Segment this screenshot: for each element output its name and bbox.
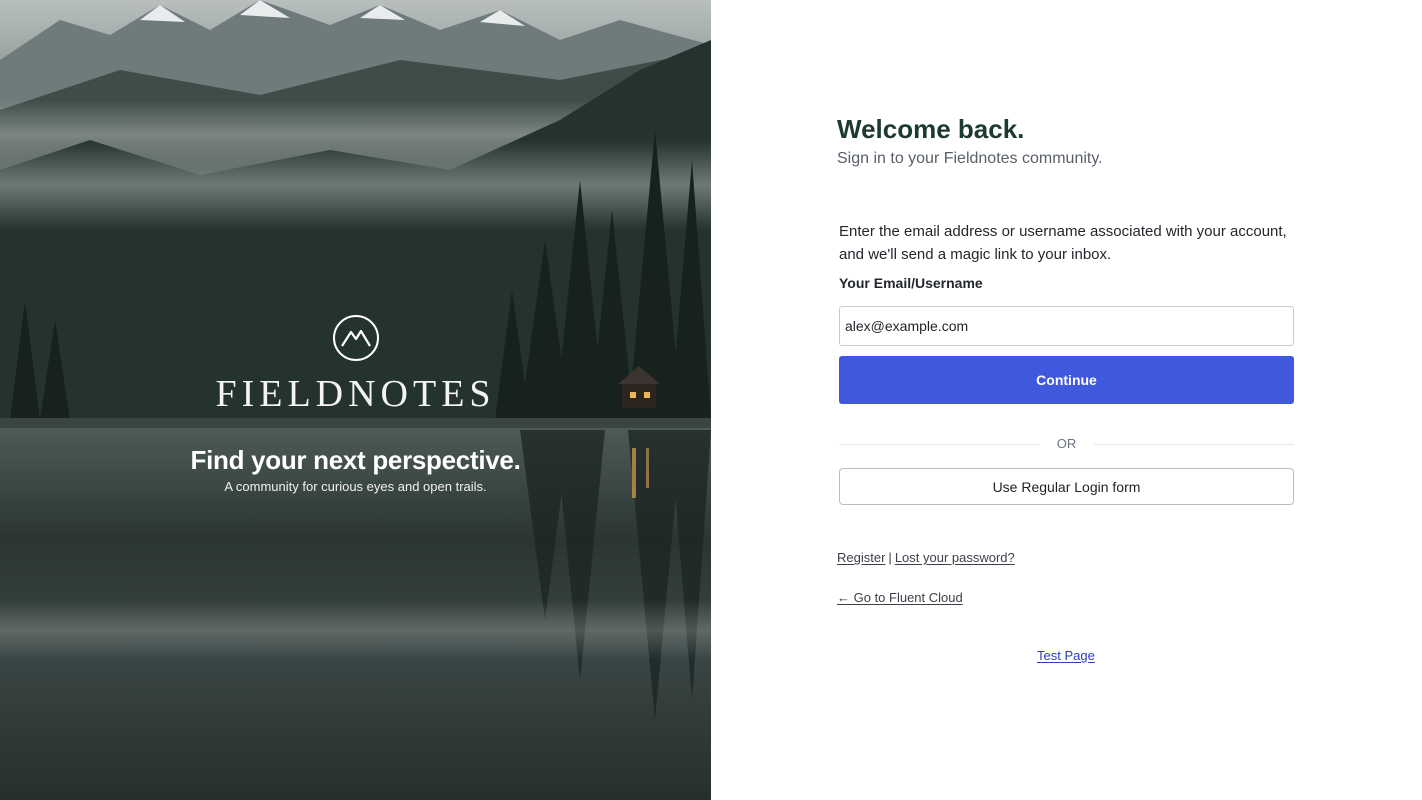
page-title: Welcome back. [837, 114, 1025, 144]
or-divider: OR [839, 437, 1294, 451]
account-links: Register | Lost your password? [837, 549, 1015, 566]
regular-login-button[interactable]: Use Regular Login form [839, 468, 1294, 505]
brand-wordmark: FIELDNOTES [215, 373, 496, 415]
links-separator: | [888, 550, 892, 565]
magic-link-form: Enter the email address or username asso… [839, 220, 1294, 505]
hero-tagline: Find your next perspective. [190, 445, 521, 475]
form-instructions: Enter the email address or username asso… [839, 223, 1287, 263]
register-link[interactable]: Register [837, 550, 885, 565]
page-subtitle: Sign in to your Fieldnotes community. [837, 150, 1103, 167]
lost-password-link[interactable]: Lost your password? [895, 550, 1015, 565]
back-to-fluent-cloud-link[interactable]: ← Go to Fluent Cloud [837, 589, 963, 606]
divider-line-right [1094, 444, 1294, 445]
email-field[interactable] [839, 306, 1294, 346]
hero-subtagline: A community for curious eyes and open tr… [224, 479, 487, 494]
hero-panel: FIELDNOTES Find your next perspective. A… [0, 0, 711, 800]
test-page-link[interactable]: Test Page [1037, 647, 1095, 664]
continue-button[interactable]: Continue [839, 356, 1294, 404]
mountain-circle-icon [332, 315, 379, 361]
email-field-label: Your Email/Username [839, 275, 983, 291]
hero-branding: FIELDNOTES Find your next perspective. A… [0, 314, 711, 495]
signin-panel: Welcome back. Sign in to your Fieldnotes… [711, 0, 1422, 800]
